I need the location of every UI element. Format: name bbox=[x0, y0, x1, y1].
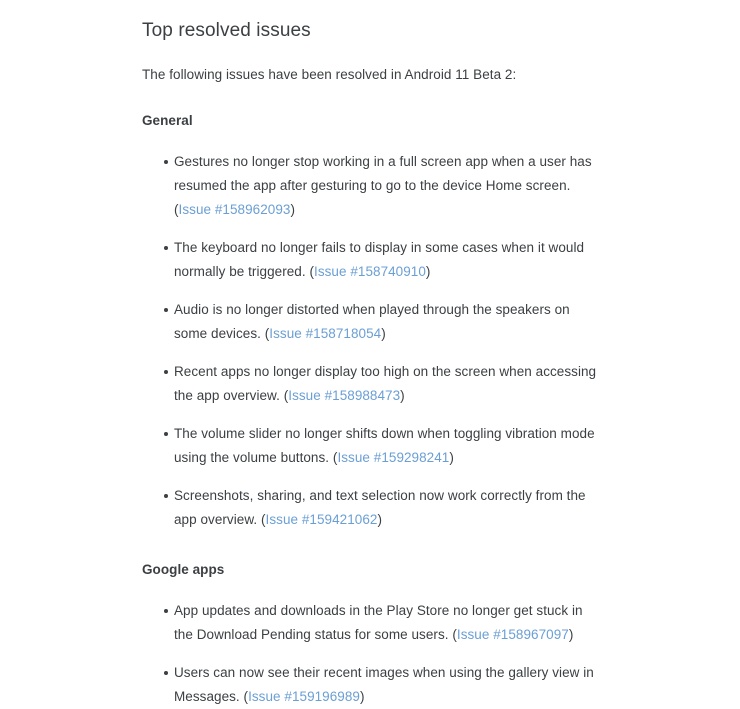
issue-link[interactable]: Issue #159196989 bbox=[248, 689, 360, 704]
issue-link[interactable]: Issue #158718054 bbox=[269, 326, 381, 341]
close-paren: ) bbox=[290, 202, 295, 217]
issue-list-item: Gestures no longer stop working in a ful… bbox=[142, 150, 604, 222]
issue-description: Users can now see their recent images wh… bbox=[174, 665, 594, 704]
bullet-icon bbox=[164, 160, 168, 164]
issue-link[interactable]: Issue #158740910 bbox=[314, 264, 426, 279]
close-paren: ) bbox=[568, 627, 574, 642]
issue-link[interactable]: Issue #158962093 bbox=[179, 202, 291, 217]
release-notes-page: Top resolved issues The following issues… bbox=[0, 0, 740, 704]
issue-list-item: Audio is no longer distorted when played… bbox=[142, 298, 604, 346]
close-paren: ) bbox=[449, 450, 454, 465]
close-paren: ) bbox=[377, 512, 382, 527]
bullet-icon bbox=[164, 246, 168, 250]
issue-list-item: Screenshots, sharing, and text selection… bbox=[142, 484, 604, 532]
issue-list-google-apps: App updates and downloads in the Play St… bbox=[142, 599, 604, 709]
bullet-icon bbox=[164, 432, 168, 436]
issue-list-item: Users can now see their recent images wh… bbox=[142, 661, 604, 709]
issue-list-item: Recent apps no longer display too high o… bbox=[142, 360, 604, 408]
issue-link[interactable]: Issue #158967097 bbox=[457, 627, 569, 642]
section-google-apps: Google apps App updates and downloads in… bbox=[142, 532, 604, 709]
section-heading-general: General bbox=[142, 113, 193, 128]
section-general: General Gestures no longer stop working … bbox=[142, 85, 604, 532]
page-title: Top resolved issues bbox=[142, 20, 311, 41]
close-paren: ) bbox=[425, 264, 431, 279]
issue-link[interactable]: Issue #158988473 bbox=[288, 388, 400, 403]
bullet-icon bbox=[164, 370, 168, 374]
issue-description: Gestures no longer stop working in a ful… bbox=[174, 154, 592, 193]
intro-paragraph: The following issues have been resolved … bbox=[142, 67, 517, 82]
issue-list-item: App updates and downloads in the Play St… bbox=[142, 599, 604, 647]
bullet-icon bbox=[164, 671, 168, 675]
issue-list-item: The volume slider no longer shifts down … bbox=[142, 422, 604, 470]
close-paren: ) bbox=[381, 326, 386, 341]
issue-list-general: Gestures no longer stop working in a ful… bbox=[142, 150, 604, 532]
bullet-icon bbox=[164, 494, 168, 498]
bullet-icon bbox=[164, 609, 168, 613]
content-column: Top resolved issues The following issues… bbox=[142, 0, 604, 709]
issue-list-item: The keyboard no longer fails to display … bbox=[142, 236, 604, 284]
issue-link[interactable]: Issue #159298241 bbox=[337, 450, 449, 465]
bullet-icon bbox=[164, 308, 168, 312]
issue-link[interactable]: Issue #159421062 bbox=[266, 512, 378, 527]
section-heading-google-apps: Google apps bbox=[142, 562, 225, 577]
close-paren: ) bbox=[400, 388, 405, 403]
close-paren: ) bbox=[359, 689, 365, 704]
